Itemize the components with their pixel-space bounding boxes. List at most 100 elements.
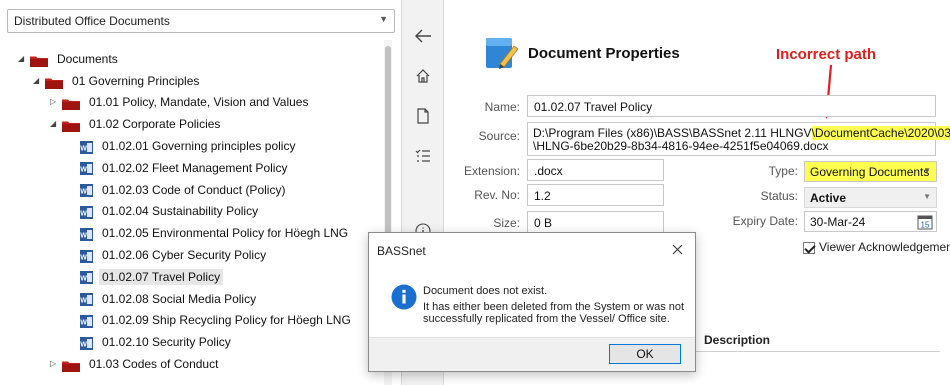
tree-item[interactable]: ▷ 01.03 Codes of Conduct [50, 353, 221, 373]
status-value: Active [810, 191, 847, 205]
tree-item-label: 01.02.10 Security Policy [102, 335, 231, 350]
word-document-icon: W [80, 270, 93, 285]
name-value: 01.02.07 Travel Policy [534, 100, 653, 114]
dialog-message-line1: Document does not exist. [423, 285, 548, 297]
ack-checkbox[interactable] [803, 241, 815, 254]
type-value: Governing Documents [810, 165, 930, 179]
checklist-icon[interactable] [413, 146, 433, 166]
folder-icon [62, 118, 81, 133]
name-label: Name: [484, 100, 520, 114]
name-field[interactable]: 01.02.07 Travel Policy [527, 95, 936, 117]
word-document-icon: W [80, 227, 93, 241]
ok-button[interactable]: OK [609, 344, 681, 364]
expiry-date-field[interactable]: 30-Mar-24 15 [804, 211, 937, 232]
source-path-highlight: \DocumentCache\2020\03 [811, 126, 950, 140]
svg-text:W: W [80, 189, 87, 196]
size-field[interactable]: 0 B [527, 211, 664, 233]
home-icon[interactable] [413, 66, 433, 86]
collapsed-arrow-icon[interactable]: ▷ [50, 92, 62, 112]
tree-item[interactable]: W 01.02.06 Cyber Security Policy [80, 244, 269, 264]
word-document-icon: W [80, 314, 93, 328]
tree-item-label: 01.02.05 Environmental Policy for Höegh … [102, 226, 349, 241]
tree-item-label: Documents [57, 51, 118, 66]
source-field[interactable]: D:\Program Files (x86)\BASS\BASSnet 2.11… [527, 122, 950, 156]
tree-item[interactable]: W 01.02.02 Fleet Management Policy [80, 157, 290, 177]
tree-item[interactable]: W 01.02.08 Social Media Policy [80, 288, 259, 308]
tree-item[interactable]: ▷ 01.01 Policy, Mandate, Vision and Value… [50, 92, 311, 112]
extension-value: .docx [534, 164, 563, 178]
tree-item-label: 01.01 Policy, Mandate, Vision and Values [89, 95, 309, 110]
chevron-down-icon: ▼ [923, 166, 931, 175]
tree-item[interactable]: ◢ 01.02 Corporate Policies [50, 113, 223, 133]
word-document-icon: W [80, 183, 93, 198]
tree-item[interactable]: ◢ 01 Governing Principles [33, 70, 202, 90]
source-path-line2: \HLNG-6be20b29-8b34-4816-94ee-4251f5e040… [533, 139, 829, 153]
annotation-label: Incorrect path [776, 46, 877, 63]
status-select[interactable]: Active ▼ [804, 187, 937, 208]
expanded-arrow-icon[interactable]: ◢ [50, 114, 62, 134]
source-label: Source: [478, 129, 520, 143]
library-select-value: Distributed Office Documents [14, 14, 170, 28]
type-select[interactable]: Governing Documents ▼ [804, 161, 937, 182]
word-document-icon: W [80, 140, 93, 154]
source-path-plain: D:\Program Files (x86)\BASS\BASSnet 2.11… [533, 126, 812, 140]
chevron-down-icon: ▼ [379, 14, 388, 24]
tree-item[interactable]: W 01.02.01 Governing principles policy [80, 135, 298, 155]
tree-item[interactable]: ◢ Documents [18, 48, 121, 68]
word-document-icon: W [80, 249, 93, 263]
calendar-icon[interactable]: 15 [917, 214, 933, 230]
dialog-message-line2: It has either been deleted from the Syst… [423, 301, 685, 325]
svg-text:W: W [80, 210, 87, 217]
tree-item-label: 01.03 Codes of Conduct [89, 357, 219, 372]
dialog-footer: OK [369, 337, 695, 371]
expanded-arrow-icon[interactable]: ◢ [18, 49, 30, 69]
folder-icon [45, 75, 64, 89]
tree-item-label: 01.02.08 Social Media Policy [102, 291, 257, 306]
description-column-header[interactable]: Description [704, 333, 770, 347]
expanded-arrow-icon[interactable]: ◢ [33, 71, 45, 91]
word-document-icon: W [80, 205, 93, 219]
info-icon [391, 284, 417, 310]
tree-item[interactable]: W 01.02.05 Environmental Policy for Höegh… [80, 222, 351, 242]
divider [680, 351, 940, 352]
extension-field[interactable]: .docx [527, 159, 664, 181]
extension-label: Extension: [463, 164, 520, 178]
document-properties-icon [482, 34, 520, 72]
svg-text:W: W [80, 167, 87, 174]
folder-icon [30, 53, 49, 67]
tree-item[interactable]: W 01.02.09 Ship Recycling Policy for Höeg… [80, 310, 354, 330]
revno-field[interactable]: 1.2 [527, 184, 664, 206]
svg-text:W: W [80, 145, 87, 152]
svg-text:W: W [80, 276, 87, 283]
viewer-acknowledgement[interactable]: Viewer Acknowledgement [803, 240, 950, 254]
svg-text:W: W [80, 341, 87, 348]
back-arrow-icon[interactable] [413, 26, 433, 46]
close-icon[interactable] [667, 239, 687, 259]
tree-item-label: 01.02.09 Ship Recycling Policy for Höegh… [102, 313, 351, 328]
document-icon[interactable] [413, 106, 433, 126]
tree-item-label: 01.02.04 Sustainability Policy [102, 204, 259, 219]
document-tree-pane: Distributed Office Documents ▼ ◢ Document… [0, 0, 402, 385]
tree-item[interactable]: W 01.02.04 Sustainability Policy [80, 201, 261, 221]
tree-item-label: 01.02 Corporate Policies [89, 117, 221, 132]
type-label: Type: [768, 164, 798, 178]
expiry-label: Expiry Date: [732, 214, 798, 228]
folder-icon [62, 96, 81, 111]
tree-item-label: 01.02.02 Fleet Management Policy [102, 160, 288, 175]
library-select[interactable]: Distributed Office Documents ▼ [7, 9, 395, 33]
size-value: 0 B [534, 216, 553, 230]
tree-item-label: 01.02.06 Cyber Security Policy [102, 248, 267, 263]
error-dialog: BASSnet Document does not exist. It has … [368, 232, 696, 372]
svg-text:15: 15 [921, 221, 930, 230]
chevron-down-icon: ▼ [923, 192, 931, 201]
dialog-message: Document does not exist. It has either b… [423, 285, 688, 325]
revno-value: 1.2 [534, 189, 551, 203]
tree-item[interactable]: W 01.02.07 Travel Policy [80, 266, 224, 286]
tree-item-label: 01.02.01 Governing principles policy [102, 139, 296, 154]
tree-item[interactable]: W 01.02.03 Code of Conduct (Policy) [80, 179, 288, 199]
collapsed-arrow-icon[interactable]: ▷ [50, 354, 62, 374]
word-document-icon: W [80, 161, 93, 176]
tree-item[interactable]: W 01.02.10 Security Policy [80, 331, 234, 351]
tree-item-label: 01.02.03 Code of Conduct (Policy) [102, 182, 286, 197]
revno-label: Rev. No: [474, 188, 520, 202]
